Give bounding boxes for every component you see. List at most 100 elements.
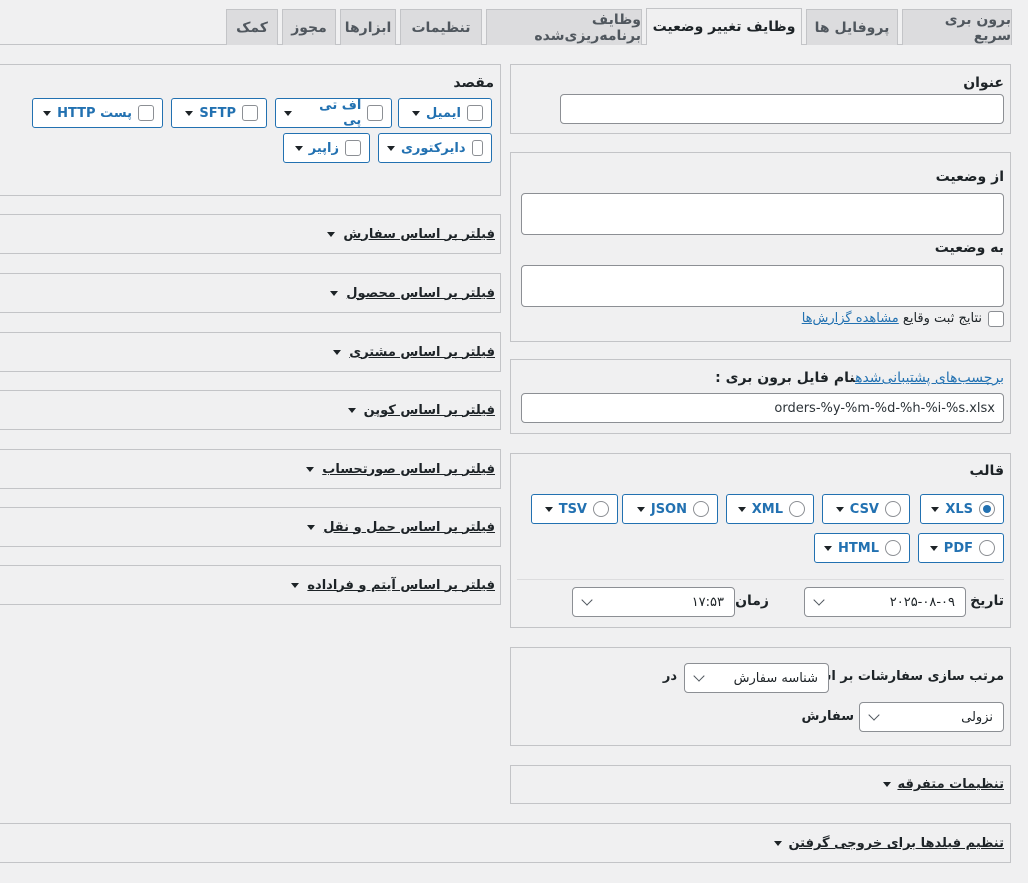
destination-label: مقصد	[453, 75, 494, 91]
fields-toggle[interactable]: تنظیم فیلدها برای خروجی گرفتن	[774, 836, 1004, 851]
filename-header: برچسب‌های پشتیبانی‌شدهنام فایل برون بری …	[715, 370, 1004, 386]
status-panel: از وضعیت به وضعیت نتایج ثبت وقایع مشاهده…	[510, 152, 1011, 342]
view-logs-link[interactable]: مشاهده گزارش‌ها	[802, 311, 899, 326]
destination-email[interactable]: ایمیل	[398, 98, 492, 128]
radio-xls[interactable]	[979, 501, 995, 517]
filter-orders[interactable]: فیلتر بر اساس سفارش	[0, 214, 501, 254]
tab-scheduled-jobs[interactable]: وظایف برنامه‌ریزی‌شده	[486, 9, 642, 45]
chevron-down-icon	[412, 110, 421, 116]
directory-checkbox[interactable]	[471, 140, 483, 156]
misc-settings-panel[interactable]: تنظیمات متفرقه	[510, 765, 1011, 804]
filter-orders-label: فیلتر بر اساس سفارش	[343, 226, 495, 242]
filter-shipping-label: فیلتر بر اساس حمل و نقل	[323, 519, 495, 535]
log-results-checkbox[interactable]	[988, 311, 1004, 327]
destination-http-post-label: پست HTTP	[57, 105, 132, 121]
filename-input[interactable]: orders-%y-%m-%d-%h-%i-%s.xlsx	[521, 393, 1004, 423]
title-panel: عنوان	[510, 64, 1011, 134]
caret-down-icon	[347, 407, 356, 413]
filter-coupons[interactable]: فیلتر بر اساس کوپن	[0, 390, 501, 430]
destination-panel: مقصد ایمیل اف تی پی SFTP پست HTTP دایرکت…	[0, 64, 501, 196]
sort-panel: مرتب سازی سفارشات بر اساس شناسه سفارش در…	[510, 647, 1011, 746]
tab-quick-export[interactable]: برون بری سریع	[902, 9, 1012, 45]
format-xml-label: XML	[751, 501, 783, 517]
supported-tags-link[interactable]: برچسب‌های پشتیبانی‌شده	[855, 370, 1004, 386]
zapier-checkbox[interactable]	[345, 140, 361, 156]
tab-profiles[interactable]: پروفایل ها	[806, 9, 898, 45]
radio-tsv[interactable]	[593, 501, 609, 517]
radio-csv[interactable]	[885, 501, 901, 517]
sort-direction-select[interactable]: نزولی	[859, 702, 1004, 732]
email-checkbox[interactable]	[467, 105, 483, 121]
format-option-csv[interactable]: CSV	[822, 494, 910, 524]
http-post-checkbox[interactable]	[138, 105, 154, 121]
filter-customers-label: فیلتر بر اساس مشتری	[349, 344, 495, 360]
caret-down-icon	[333, 349, 342, 355]
chevron-down-icon	[185, 110, 194, 116]
format-xls-label: XLS	[945, 501, 973, 517]
chevron-down-icon	[835, 506, 844, 512]
format-option-json[interactable]: JSON	[622, 494, 718, 524]
format-option-xml[interactable]: XML	[726, 494, 814, 524]
radio-xml[interactable]	[789, 501, 805, 517]
title-label: عنوان	[963, 75, 1004, 91]
format-option-xls[interactable]: XLS	[920, 494, 1004, 524]
chevron-down-icon	[929, 545, 938, 551]
filter-items-meta[interactable]: فیلتر بر اساس آیتم و فراداده	[0, 565, 501, 605]
sort-in-label: در	[662, 669, 677, 684]
radio-json[interactable]	[693, 501, 709, 517]
filter-customers[interactable]: فیلتر بر اساس مشتری	[0, 332, 501, 372]
chevron-down-icon	[737, 506, 746, 512]
destination-directory[interactable]: دایرکتوری	[378, 133, 492, 163]
date-label: تاریخ	[970, 593, 1004, 609]
filter-items-meta-label: فیلتر بر اساس آیتم و فراداده	[307, 577, 495, 593]
tab-tools[interactable]: ابزارها	[340, 9, 396, 45]
format-pdf-label: PDF	[943, 540, 973, 556]
destination-zapier[interactable]: زاپیر	[283, 133, 370, 163]
format-option-pdf[interactable]: PDF	[918, 533, 1004, 563]
filter-products[interactable]: فیلتر بر اساس محصول	[0, 273, 501, 313]
tab-status-change-jobs[interactable]: وظایف تغییر وضعیت	[646, 8, 802, 45]
from-status-input[interactable]	[521, 193, 1004, 235]
format-option-html[interactable]: HTML	[814, 533, 910, 563]
destination-directory-label: دایرکتوری	[401, 140, 466, 156]
format-option-tsv[interactable]: TSV	[531, 494, 618, 524]
chevron-down-icon	[813, 594, 825, 606]
misc-settings-toggle[interactable]: تنظیمات متفرقه	[883, 777, 1004, 792]
sftp-checkbox[interactable]	[242, 105, 258, 121]
sort-field-select[interactable]: شناسه سفارش	[684, 663, 829, 693]
date-select[interactable]: ۲۰۲۵-۰۸-۰۹	[804, 587, 966, 617]
filename-panel: برچسب‌های پشتیبانی‌شدهنام فایل برون بری …	[510, 359, 1011, 434]
title-input[interactable]	[560, 94, 1004, 124]
tab-help[interactable]: کمک	[226, 9, 278, 45]
fields-label: تنظیم فیلدها برای خروجی گرفتن	[788, 836, 1004, 851]
chevron-down-icon	[868, 709, 880, 721]
radio-pdf[interactable]	[979, 540, 995, 556]
caret-down-icon	[330, 290, 339, 296]
sort-orders-label: سفارش	[801, 709, 854, 724]
ftp-checkbox[interactable]	[367, 105, 383, 121]
filter-shipping[interactable]: فیلتر بر اساس حمل و نقل	[0, 507, 501, 547]
format-label: قالب	[969, 463, 1004, 479]
format-panel: قالب XLS CSV XML JSON TSV PDF HTML تاریخ…	[510, 453, 1011, 628]
chevron-down-icon	[43, 110, 52, 116]
tab-license[interactable]: مجوز	[282, 9, 336, 45]
filename-label: نام فایل برون بری :	[715, 370, 856, 386]
sort-direction-value: نزولی	[961, 709, 993, 725]
destination-http-post[interactable]: پست HTTP	[32, 98, 163, 128]
time-select[interactable]: ۱۷:۵۳	[572, 587, 735, 617]
chevron-down-icon	[284, 110, 292, 116]
chevron-down-icon	[581, 594, 593, 606]
destination-ftp-label: اف تی پی	[319, 98, 362, 128]
radio-html[interactable]	[885, 540, 901, 556]
filter-billing[interactable]: فیلتر بر اساس صورتحساب	[0, 449, 501, 489]
fields-panel[interactable]: تنظیم فیلدها برای خروجی گرفتن	[0, 823, 1011, 863]
destination-ftp[interactable]: اف تی پی	[275, 98, 392, 128]
chevron-down-icon	[931, 506, 940, 512]
destination-sftp[interactable]: SFTP	[171, 98, 267, 128]
to-status-label: به وضعیت	[934, 240, 1004, 256]
tab-settings[interactable]: تنظیمات	[400, 9, 482, 45]
time-value: ۱۷:۵۳	[691, 594, 724, 610]
to-status-input[interactable]	[521, 265, 1004, 307]
chevron-down-icon	[544, 506, 553, 512]
caret-down-icon	[883, 782, 892, 787]
